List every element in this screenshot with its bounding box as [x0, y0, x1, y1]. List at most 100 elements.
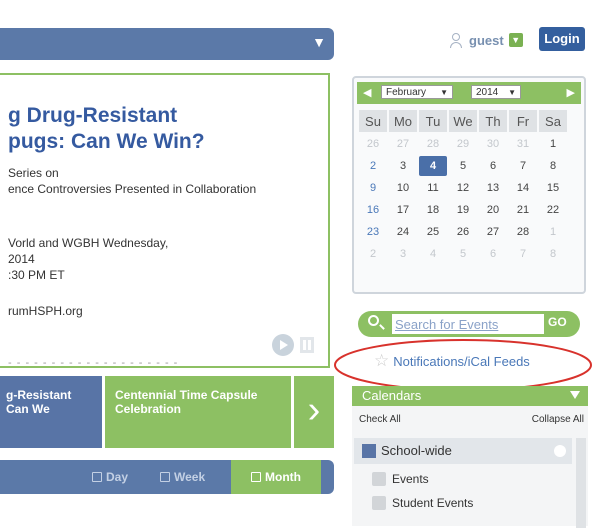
- notifications-link[interactable]: ☆ Notifications/iCal Feeds: [374, 350, 530, 372]
- calendar-day[interactable]: 26: [449, 222, 477, 242]
- feature-text-line: Vorld and WGBH Wednesday,: [8, 236, 169, 250]
- calendar-day[interactable]: 16: [359, 200, 387, 220]
- search-icon: [368, 315, 379, 326]
- calendar-icon: [92, 472, 102, 482]
- weekday-header: Th: [479, 110, 507, 132]
- calendar-day[interactable]: 7: [509, 244, 537, 264]
- calendar-day[interactable]: 25: [419, 222, 447, 242]
- login-button[interactable]: Login: [539, 27, 585, 51]
- calendar-day[interactable]: 5: [449, 156, 477, 176]
- calendar-day[interactable]: 10: [389, 178, 417, 198]
- calendar-day[interactable]: 3: [389, 156, 417, 176]
- calendar-day[interactable]: 2: [359, 244, 387, 264]
- weekday-header: Sa: [539, 110, 567, 132]
- view-tabs-bar: Day Week Month: [0, 460, 334, 494]
- calendar-day[interactable]: 5: [449, 244, 477, 264]
- calendar-day[interactable]: 2: [359, 156, 387, 176]
- search-input[interactable]: [392, 314, 544, 334]
- checkbox-student-events[interactable]: [372, 496, 386, 510]
- color-swatch: [362, 444, 376, 458]
- year-select[interactable]: 2014 ▼: [471, 85, 521, 99]
- calendar-day[interactable]: 15: [539, 178, 567, 198]
- calendar-day[interactable]: 6: [479, 244, 507, 264]
- calendar-day[interactable]: 6: [479, 156, 507, 176]
- prev-month-icon[interactable]: ◀: [363, 86, 371, 99]
- calendar-item-label: Student Events: [392, 496, 474, 510]
- calendar-day[interactable]: 19: [449, 200, 477, 220]
- checkbox-events[interactable]: [372, 472, 386, 486]
- calendar-day[interactable]: 18: [419, 200, 447, 220]
- top-nav-bar[interactable]: ▼: [0, 28, 334, 60]
- calendar-day[interactable]: 30: [479, 134, 507, 154]
- truncated-text: - - - - - - - - - - - - - - - - - - - -: [8, 357, 179, 368]
- calendars-header[interactable]: Calendars: [352, 386, 588, 406]
- weekday-header: Tu: [419, 110, 447, 132]
- chevron-down-icon[interactable]: ▼: [312, 34, 326, 50]
- calendar-day[interactable]: 29: [449, 134, 477, 154]
- calendar-day[interactable]: 8: [539, 156, 567, 176]
- calendars-panel: Calendars Check All Collapse All School-…: [352, 386, 588, 528]
- tab-month[interactable]: Month: [231, 460, 321, 494]
- calendar-grid: Su Mo Tu We Th Fr Sa 26 27 28 29 30 31 1 2 3 4 5 6 7 8 9 10 11…: [357, 108, 569, 266]
- feature-text-line: :30 PM ET: [8, 268, 65, 282]
- user-icon: [448, 32, 464, 48]
- calendar-day[interactable]: 13: [479, 178, 507, 198]
- mini-calendar: ◀ February ▼ 2014 ▼ ▶ Su Mo Tu We Th Fr Sa 26 27 2…: [352, 76, 586, 294]
- carousel-next-button[interactable]: ›: [294, 376, 334, 448]
- guest-label[interactable]: guest: [469, 33, 504, 48]
- calendar-day[interactable]: 20: [479, 200, 507, 220]
- calendar-day[interactable]: 4: [419, 156, 447, 176]
- scrollbar[interactable]: [576, 438, 586, 528]
- calendar-day[interactable]: 26: [359, 134, 387, 154]
- check-all-link[interactable]: Check All: [359, 414, 401, 425]
- collapse-all-link[interactable]: Collapse All: [532, 414, 584, 425]
- calendar-icon: [160, 472, 170, 482]
- calendar-day[interactable]: 21: [509, 200, 537, 220]
- calendar-day[interactable]: 4: [419, 244, 447, 264]
- calendar-day[interactable]: 14: [509, 178, 537, 198]
- weekday-header: Su: [359, 110, 387, 132]
- calendar-day[interactable]: 7: [509, 156, 537, 176]
- go-button[interactable]: GO: [548, 315, 567, 329]
- weekday-header: We: [449, 110, 477, 132]
- calendar-day[interactable]: 12: [449, 178, 477, 198]
- calendar-group-school-wide[interactable]: School-wide: [354, 438, 572, 464]
- calendar-day[interactable]: 27: [479, 222, 507, 242]
- star-icon: ☆: [374, 351, 390, 370]
- calendar-item-label: Events: [392, 472, 429, 486]
- next-month-icon[interactable]: ▶: [567, 86, 575, 99]
- calendar-day[interactable]: 8: [539, 244, 567, 264]
- play-icon[interactable]: [272, 334, 294, 356]
- calendar-day[interactable]: 1: [539, 222, 567, 242]
- calendar-day[interactable]: 22: [539, 200, 567, 220]
- pause-icon[interactable]: [300, 337, 314, 353]
- featured-event-title[interactable]: g Drug-Resistant pugs: Can We Win?: [8, 103, 328, 155]
- collapse-toggle-icon[interactable]: [570, 391, 580, 399]
- carousel-item[interactable]: Centennial Time Capsule Celebration: [105, 376, 291, 448]
- calendar-day[interactable]: 28: [509, 222, 537, 242]
- caret-down-icon[interactable]: ▼: [508, 33, 523, 47]
- calendar-day[interactable]: 31: [509, 134, 537, 154]
- calendar-day[interactable]: 17: [389, 200, 417, 220]
- feature-text-line: rumHSPH.org: [8, 304, 83, 318]
- calendar-day[interactable]: 1: [539, 134, 567, 154]
- calendar-day[interactable]: 24: [389, 222, 417, 242]
- weekday-header: Fr: [509, 110, 537, 132]
- month-select[interactable]: February ▼: [381, 85, 453, 99]
- calendar-grid-icon: [251, 472, 261, 482]
- calendar-day[interactable]: 27: [389, 134, 417, 154]
- tab-week[interactable]: Week: [160, 460, 205, 494]
- calendar-header: ◀ February ▼ 2014 ▼ ▶: [357, 82, 581, 104]
- carousel-item[interactable]: g-Resistant Can We: [0, 376, 102, 448]
- calendar-day[interactable]: 9: [359, 178, 387, 198]
- featured-event-panel: g Drug-Resistant pugs: Can We Win? Serie…: [0, 73, 330, 368]
- calendar-day[interactable]: 23: [359, 222, 387, 242]
- feature-text-line: Series on: [8, 166, 59, 180]
- tab-day[interactable]: Day: [92, 460, 128, 494]
- calendar-day[interactable]: 11: [419, 178, 447, 198]
- chevron-down-icon[interactable]: [554, 445, 566, 457]
- calendar-day[interactable]: 28: [419, 134, 447, 154]
- guest-menu[interactable]: guest ▼: [448, 28, 523, 52]
- calendar-day[interactable]: 3: [389, 244, 417, 264]
- feature-text-line: ence Controversies Presented in Collabor…: [8, 182, 257, 196]
